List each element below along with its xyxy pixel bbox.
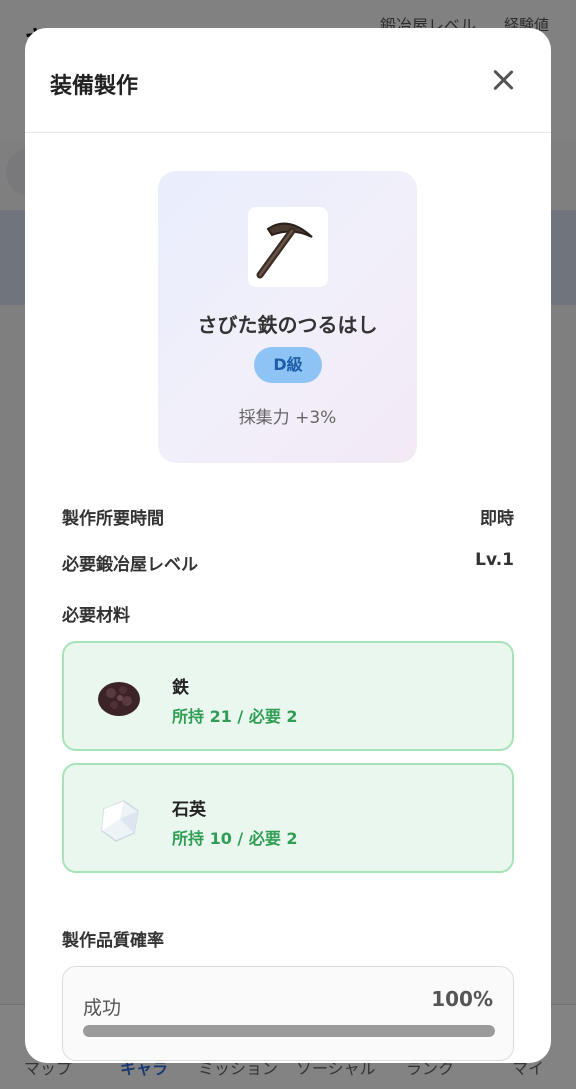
modal-header: 装備製作 xyxy=(25,28,551,133)
quartz-icon xyxy=(101,800,139,842)
success-rate-bar xyxy=(83,1025,495,1037)
material-item-iron: 鉄 所持 21 / 必要 2 xyxy=(62,641,514,751)
material-count: 所持 10 / 必要 2 xyxy=(172,829,298,848)
close-button[interactable] xyxy=(491,68,515,92)
materials-heading: 必要材料 xyxy=(62,606,130,626)
craft-time-value: 即時 xyxy=(480,509,514,529)
craft-time-label: 製作所要時間 xyxy=(62,509,164,529)
success-rate-bar-fill xyxy=(83,1025,495,1037)
success-label: 成功 xyxy=(83,997,122,1019)
success-rate-value: 100% xyxy=(431,987,493,1011)
item-name: さびた鉄のつるはし xyxy=(197,313,378,337)
required-level-label: 必要鍛冶屋レベル xyxy=(62,555,198,575)
quality-probability-box: 成功 100% xyxy=(62,966,514,1061)
material-name: 鉄 xyxy=(172,678,189,698)
required-level-value: Lv.1 xyxy=(475,550,514,570)
item-effect: 採集力 +3% xyxy=(238,408,337,428)
material-name: 石英 xyxy=(172,800,206,820)
quality-heading: 製作品質確率 xyxy=(62,931,164,951)
pickaxe-icon xyxy=(256,222,313,279)
grade-badge: D級 xyxy=(254,347,322,383)
material-item-quartz: 石英 所持 10 / 必要 2 xyxy=(62,763,514,873)
required-level-row: 必要鍛冶屋レベル Lv.1 xyxy=(62,550,514,575)
iron-ore-icon xyxy=(98,682,140,716)
modal-title: 装備製作 xyxy=(50,74,139,99)
craft-time-row: 製作所要時間 即時 xyxy=(62,504,514,529)
item-card: さびた鉄のつるはし D級 採集力 +3% xyxy=(158,171,417,463)
equipment-craft-modal: 装備製作 さびた鉄のつるはし D級 採集力 +3% 製作所要時間 即時 必要鍛冶… xyxy=(25,28,551,1063)
material-count: 所持 21 / 必要 2 xyxy=(172,707,298,726)
item-thumbnail xyxy=(248,207,328,287)
